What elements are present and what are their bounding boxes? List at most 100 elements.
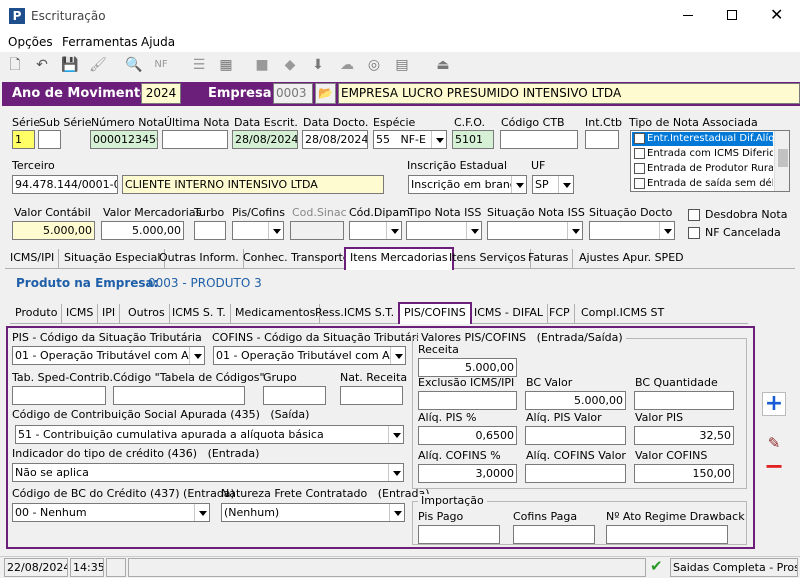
bcvalor-field[interactable]: 5.000,00 (525, 391, 626, 410)
vcof-field[interactable]: 150,00 (634, 464, 734, 483)
grupo-field[interactable] (263, 386, 326, 405)
coins-icon[interactable]: ◎ (364, 55, 384, 75)
sitdocto-select[interactable] (589, 221, 675, 240)
drawback-field[interactable] (606, 525, 728, 544)
tab-itens-servicos[interactable]: Itens Serviços (445, 249, 531, 269)
close-icon[interactable]: ✕ (770, 5, 783, 24)
tab-outras-inform[interactable]: Outras Inform. (155, 249, 244, 269)
uf-select[interactable]: SP (532, 175, 574, 194)
docto-field[interactable]: 28/08/2024 (302, 130, 368, 149)
cst-pis-select[interactable]: 01 - Operação Tributável com Alíquota (12, 346, 205, 365)
desdobra-checkbox[interactable] (688, 209, 700, 221)
ie-select[interactable]: Inscrição em branco (408, 175, 527, 194)
receita-field[interactable]: 5.000,00 (418, 358, 517, 377)
cfo-field[interactable]: 5101 (452, 130, 494, 149)
menu-ajuda[interactable]: Ajuda (141, 35, 175, 49)
tipo-nota-item[interactable]: Entr.Interestadual Dif.Alíq (632, 132, 773, 146)
tag-icon[interactable]: ◆ (280, 55, 300, 75)
menu-opcoes[interactable]: Opções (8, 35, 53, 49)
ccs-select[interactable]: 51 - Contribuição cumulativa apurada a a… (15, 425, 404, 444)
menu-ferramentas[interactable]: Ferramentas (62, 35, 138, 49)
tab-ipi[interactable]: IPI (98, 304, 121, 324)
tab-ajustes-apur[interactable]: Ajustes Apur. SPED (575, 249, 688, 269)
aliqcofv-field[interactable] (525, 464, 626, 483)
bcqtd-field[interactable] (634, 391, 734, 410)
add-item-button[interactable]: + (762, 392, 786, 416)
tipo-nota-item[interactable]: Entrada de saída sem débi (632, 177, 773, 191)
terceiro-cnpj-field[interactable]: 94.478.144/0001-00 (12, 175, 118, 194)
aliqpis-field[interactable]: 0,6500 (418, 426, 517, 445)
empresa-code-field[interactable]: 0003 (273, 83, 313, 104)
new-doc-icon[interactable]: 🗋 (5, 55, 25, 75)
tab-faturas[interactable]: Faturas (524, 249, 574, 269)
tipo-nota-item[interactable]: Entrada com ICMS Diferido (632, 147, 773, 161)
minimize-icon[interactable] (683, 15, 693, 16)
cofpaga-field[interactable] (513, 525, 595, 544)
tab-ress-icms-st[interactable]: Ress.ICMS S.T. (311, 304, 400, 324)
tab-outros[interactable]: Outros (124, 304, 170, 324)
bc-select[interactable]: 00 - Nenhum (12, 503, 210, 522)
tab-conhec-transporte[interactable]: Conhec. Transporte (239, 249, 355, 269)
tiponotaiss-select[interactable] (406, 221, 482, 240)
empresa-name-field[interactable]: EMPRESA LUCRO PRESUMIDO INTENSIVO LTDA (338, 83, 800, 104)
ultima-field[interactable] (162, 130, 228, 149)
coddipam-select[interactable] (349, 221, 402, 240)
calc-icon[interactable]: ▦ (216, 55, 236, 75)
turbo-field[interactable] (194, 221, 226, 240)
tipo-nota-list[interactable]: Entr.Interestadual Dif.Alíq Entrada com … (630, 130, 790, 192)
ctb-field[interactable] (500, 130, 578, 149)
tree-icon[interactable]: ☰ (189, 55, 209, 75)
subserie-field[interactable] (38, 130, 61, 149)
nfe-icon[interactable]: NF (151, 55, 171, 75)
ano-field[interactable]: 2024 (141, 83, 181, 104)
ind-select[interactable]: Não se aplica (12, 463, 404, 482)
frete-select[interactable]: (Nenhum) (221, 503, 405, 522)
download-icon[interactable]: ⬇ (308, 55, 328, 75)
cst-cofins-select[interactable]: 01 - Operação Tributável com Alíquota (213, 346, 406, 365)
aliqpisv-field[interactable] (525, 426, 626, 445)
tab-icms-difal[interactable]: ICMS - DIFAL (470, 304, 549, 324)
vmerc-field[interactable]: 5.000,00 (101, 221, 184, 240)
tab-fcp[interactable]: FCP (545, 304, 575, 324)
tabsped-field[interactable] (12, 386, 106, 405)
nfcanc-checkbox[interactable] (688, 227, 700, 239)
list-icon[interactable]: ▤ (392, 55, 412, 75)
vpis-field[interactable]: 32,50 (634, 426, 734, 445)
sitnotaiss-select[interactable] (487, 221, 583, 240)
escrit-field[interactable]: 28/08/2024 (232, 130, 298, 149)
tab-icms-ipi[interactable]: ICMS/IPI (6, 249, 60, 269)
tab-compl-icms-st[interactable]: Compl.ICMS ST (577, 304, 668, 324)
tab-itens-mercadorias[interactable]: Itens Mercadorias (344, 247, 454, 270)
excl-field[interactable] (418, 391, 517, 410)
tab-situacao-especial[interactable]: Situação Especial (60, 249, 166, 269)
terceiro-name-field[interactable]: CLIENTE INTERNO INTENSIVO LTDA (122, 175, 384, 194)
cloud-icon[interactable]: ☁ (337, 55, 357, 75)
pispago-field[interactable] (418, 525, 500, 544)
tab-icms-st[interactable]: ICMS S. T. (168, 304, 231, 324)
especie-select[interactable]: 55 NF-E (373, 130, 447, 149)
exit-icon[interactable]: ⏏ (433, 55, 453, 75)
tab-icms[interactable]: ICMS (62, 304, 99, 324)
tipo-nota-item[interactable]: Entrada de Produtor Rural (632, 162, 773, 176)
folder-icon[interactable]: ■ (252, 55, 272, 75)
tabcod-field[interactable] (113, 386, 245, 405)
numero-field[interactable]: 0000123456 (90, 130, 158, 149)
aliqcof-field[interactable]: 3,0000 (418, 464, 517, 483)
tab-produto[interactable]: Produto (11, 304, 63, 324)
piscofins-select[interactable] (232, 221, 284, 240)
remove-item-button[interactable]: − (762, 454, 786, 479)
maximize-icon[interactable] (727, 10, 737, 20)
tab-medicamentos[interactable]: Medicamentos (231, 304, 321, 324)
codsinac-field[interactable] (290, 221, 344, 240)
tab-pis-cofins[interactable]: PIS/COFINS (398, 302, 472, 324)
natrec-field[interactable] (340, 386, 403, 405)
brush-icon[interactable]: 🖌 (88, 55, 108, 75)
print-preview-icon[interactable]: 🔍 (124, 55, 144, 75)
undo-icon[interactable]: ↶ (32, 55, 52, 75)
intctb-field[interactable] (585, 130, 619, 149)
serie-field[interactable]: 1 (12, 130, 35, 149)
open-folder-icon[interactable]: 📂 (315, 83, 336, 104)
save-icon[interactable]: 💾 (60, 55, 80, 75)
vcont-field[interactable]: 5.000,00 (12, 221, 95, 240)
list-scrollbar[interactable] (774, 131, 789, 191)
